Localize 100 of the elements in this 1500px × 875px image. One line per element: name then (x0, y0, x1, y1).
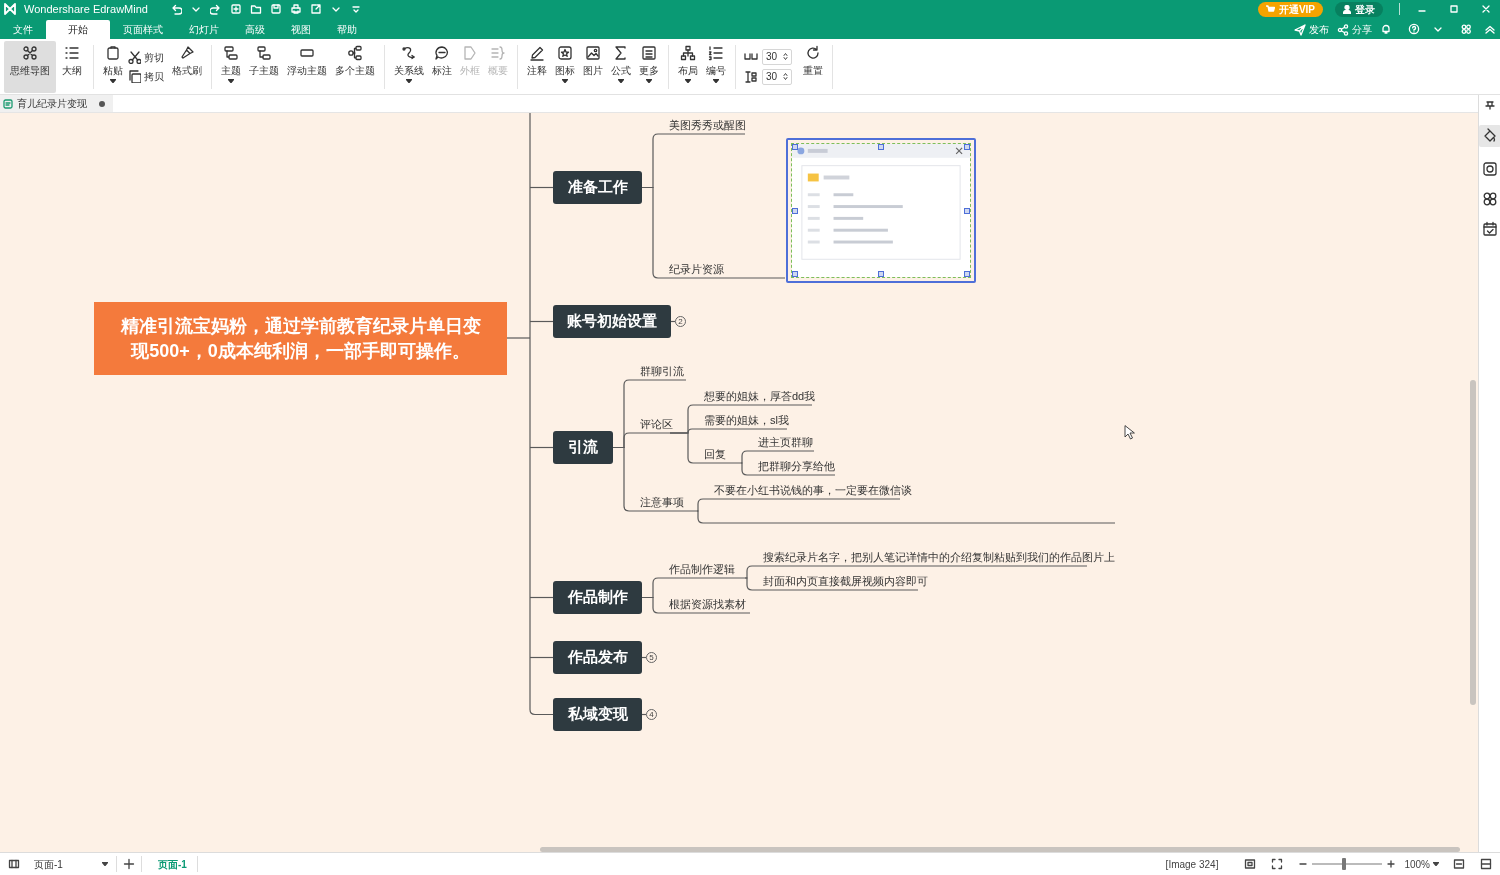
subtopic-text[interactable]: 回复 (704, 448, 726, 461)
main-topic[interactable]: 私域变现 (553, 698, 642, 731)
subtopic-text[interactable]: 搜索纪录片名字，把别人笔记详情中的介绍复制粘贴到我们的作品图片上 (763, 551, 1115, 564)
resize-handle[interactable] (964, 271, 970, 277)
apps-icon[interactable] (1460, 23, 1472, 35)
menu-tab[interactable]: 文件 (0, 20, 46, 39)
main-topic[interactable]: 作品制作 (553, 581, 642, 614)
menu-tab[interactable]: 幻灯片 (176, 20, 232, 39)
subtopic-text[interactable]: 把群聊分享给他 (758, 460, 835, 473)
toolbar-button[interactable]: 剪切 (127, 49, 164, 65)
resize-handle[interactable] (792, 271, 798, 277)
collapsed-count-badge[interactable]: 5 (646, 652, 657, 663)
fullscreen-icon[interactable] (1271, 858, 1284, 870)
subtopic-text[interactable]: 需要的姐妹，sl我 (704, 414, 789, 427)
collapsed-count-badge[interactable]: 4 (646, 709, 657, 720)
save-icon[interactable] (269, 3, 282, 15)
fit-page-icon[interactable] (1244, 858, 1257, 870)
menu-tab[interactable]: 视图 (278, 20, 324, 39)
subtopic-text[interactable]: 封面和内页直接截屏视频内容即可 (763, 575, 928, 588)
toolbar-button[interactable]: 编号 (702, 40, 730, 93)
toolbar-button[interactable]: 粘贴 (99, 40, 127, 93)
copy-icon (127, 69, 141, 83)
resize-handle[interactable] (964, 144, 970, 150)
toolbar-button[interactable]: 多个主题 (331, 40, 379, 93)
toolbar-button[interactable]: 图片 (579, 40, 607, 93)
menu-tab[interactable]: 开始 (46, 20, 110, 39)
login-button[interactable]: 登录 (1335, 1, 1383, 17)
calendar-check-icon[interactable] (1481, 221, 1498, 237)
subtopic-text[interactable]: 根据资源找素材 (669, 598, 746, 611)
export-icon[interactable] (309, 3, 322, 15)
panel-icon[interactable] (1480, 858, 1492, 870)
subtopic-text[interactable]: 注意事项 (640, 496, 684, 509)
bell-icon[interactable] (1380, 23, 1392, 35)
main-topic[interactable]: 作品发布 (553, 641, 642, 674)
print-icon[interactable] (289, 3, 302, 15)
scissors-icon (127, 50, 141, 64)
toolbar-button[interactable]: 格式刷 (168, 40, 206, 93)
page-select[interactable]: 页面-1 (32, 856, 110, 872)
zoom-slider[interactable] (1312, 858, 1383, 870)
resize-handle[interactable] (792, 144, 798, 150)
main-topic[interactable]: 准备工作 (553, 171, 642, 204)
document-tab[interactable]: 育儿纪录片变现 (0, 95, 113, 112)
subtopic-text[interactable]: 群聊引流 (640, 365, 684, 378)
subtopic-text[interactable]: 美图秀秀或醒图 (669, 119, 746, 132)
resize-handle[interactable] (964, 207, 970, 214)
toolbar-button[interactable]: 关系线 (390, 40, 428, 93)
fit-width-icon[interactable] (1453, 858, 1465, 870)
help-icon[interactable] (1408, 23, 1420, 35)
toolbar-button[interactable]: 拷贝 (127, 68, 164, 84)
pin-icon[interactable] (1483, 99, 1496, 111)
toolbar-button[interactable]: 标注 (428, 40, 456, 93)
subtopic-text[interactable]: 进主页群聊 (758, 436, 813, 449)
collapsed-count-badge[interactable]: 2 (675, 316, 686, 327)
subtopic-text[interactable]: 想要的姐妹，厚荅dd我 (704, 390, 816, 403)
toolbar-button[interactable]: 子主题 (245, 40, 283, 93)
toolbar-link[interactable]: 分享 (1337, 20, 1372, 39)
toolbar-button[interactable]: 主题 (217, 40, 245, 93)
maximize-icon[interactable] (1448, 3, 1460, 15)
number-field[interactable]: 30 (762, 68, 792, 85)
toolbar-button[interactable]: 思维导图 (4, 40, 56, 93)
subtopic-text[interactable]: 评论区 (640, 418, 673, 431)
boundary-icon (462, 44, 478, 61)
toolbar-button[interactable]: 浮动主题 (283, 40, 331, 93)
close-icon[interactable] (1480, 3, 1492, 15)
main-topic[interactable]: 引流 (553, 431, 613, 464)
collapse-icon[interactable] (1484, 23, 1496, 35)
menu-tab[interactable]: 高级 (232, 20, 278, 39)
clover-icon[interactable] (1481, 191, 1498, 207)
toolbar-button[interactable]: 公式 (607, 40, 635, 93)
horizontal-scrollbar[interactable] (540, 847, 1460, 852)
toolbar-button[interactable]: 图标 (551, 40, 579, 93)
slider-thumb[interactable] (1341, 858, 1346, 870)
redo-icon[interactable] (209, 3, 222, 15)
number-field[interactable]: 30 (762, 48, 792, 65)
menu-tab[interactable]: 页面样式 (110, 20, 176, 39)
main-topic[interactable]: 账号初始设置 (553, 305, 671, 338)
share-icon (1337, 23, 1349, 36)
subtopic-text[interactable]: 作品制作逻辑 (669, 563, 735, 576)
resize-handle[interactable] (878, 271, 884, 277)
menu-tab[interactable]: 帮助 (324, 20, 370, 39)
toolbar-button[interactable]: 布局 (674, 40, 702, 93)
panel-toggle-icon[interactable] (8, 858, 20, 870)
sigma-icon (613, 44, 629, 61)
page-tab[interactable]: 页面-1 (148, 855, 197, 873)
subtopic-text[interactable]: 不要在小红书说钱的事，一定要在微信谈 (714, 484, 912, 497)
new-file-icon[interactable] (229, 3, 242, 15)
add-page-icon[interactable] (123, 858, 135, 870)
resize-handle[interactable] (878, 144, 884, 150)
zoom-in-icon[interactable] (1386, 859, 1397, 869)
toolbar-button[interactable]: 注释 (523, 40, 551, 93)
subtopic-text[interactable]: 纪录片资源 (669, 263, 724, 276)
framed-badge-icon[interactable] (1481, 161, 1498, 177)
folder-icon[interactable] (249, 3, 262, 15)
toolbar-link[interactable]: 发布 (1294, 20, 1329, 39)
toolbar-button[interactable]: 大纲 (56, 40, 88, 93)
vertical-scrollbar[interactable] (1470, 380, 1476, 705)
resize-handle[interactable] (792, 207, 798, 214)
badge-icon (557, 44, 573, 61)
toolbar-button[interactable]: 重置 (799, 40, 827, 93)
toolbar-button[interactable]: 更多 (635, 40, 663, 93)
